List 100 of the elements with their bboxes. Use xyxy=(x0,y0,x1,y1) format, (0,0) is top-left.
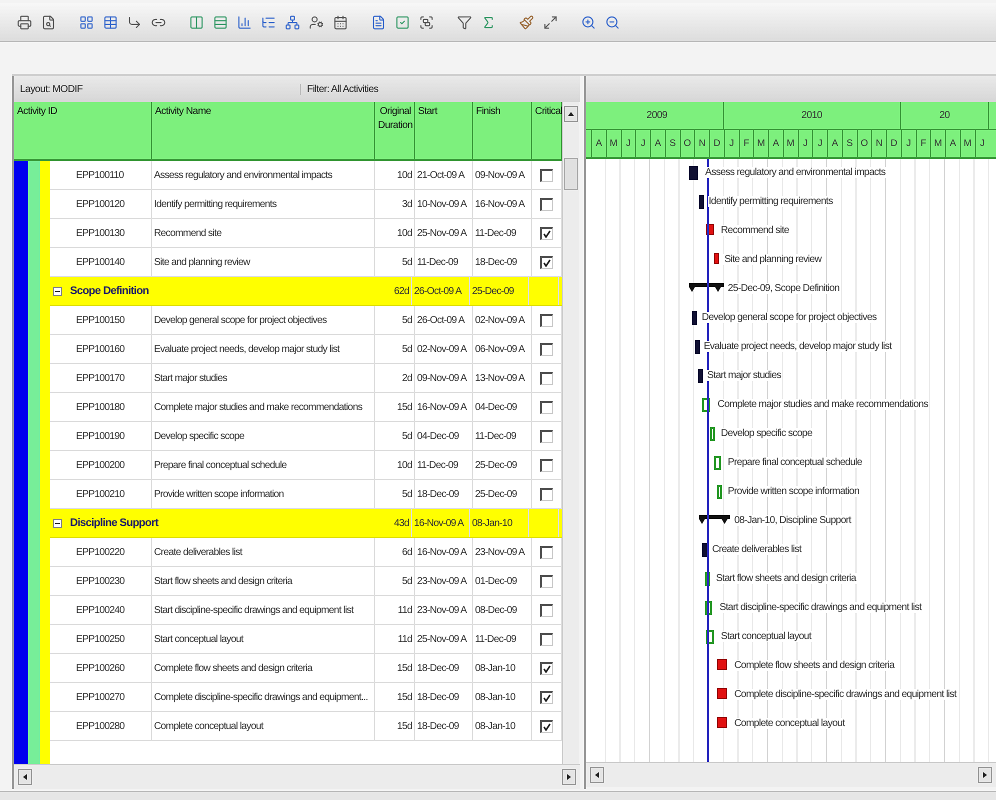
table-cell: 5d xyxy=(375,422,415,450)
month-header: J xyxy=(812,130,827,157)
critical-checkbox[interactable] xyxy=(540,604,553,616)
critical-checkbox[interactable] xyxy=(540,314,553,326)
caret-icon xyxy=(594,772,600,778)
month-header: A xyxy=(827,130,842,157)
table-cell: 11-Dec-09 xyxy=(415,248,473,276)
activity-bar xyxy=(710,427,716,441)
table-cell: 16-Nov-09 A xyxy=(415,393,473,421)
bar-label: Evaluate project needs, develop major study list xyxy=(702,341,892,352)
scroll-right-button[interactable] xyxy=(562,769,576,785)
column-header[interactable]: Activity ID xyxy=(14,102,152,159)
table-cell: Start discipline-specific drawings and equipment list xyxy=(152,596,375,624)
month-header: O xyxy=(856,130,872,157)
table-cell: 08-Dec-09 xyxy=(473,596,532,624)
bar-label: Complete conceptual layout xyxy=(733,718,846,729)
critical-checkbox[interactable] xyxy=(540,662,553,674)
critical-checkbox[interactable] xyxy=(540,574,553,588)
table-cell: 11-Dec-09 xyxy=(473,625,532,653)
table-cell: Start conceptual layout xyxy=(152,625,375,653)
critical-checkbox[interactable] xyxy=(540,342,553,356)
year-header: 2009 xyxy=(591,102,724,129)
table-cell: 15d xyxy=(375,654,415,682)
activity-bar xyxy=(702,543,707,557)
activity-bar xyxy=(714,253,719,264)
activity-bar xyxy=(698,195,704,209)
table-cell: EPP100210 xyxy=(50,480,152,508)
collapse-icon[interactable] xyxy=(53,518,62,528)
caret-icon xyxy=(22,774,28,780)
table-cell: 5d xyxy=(375,248,415,276)
critical-checkbox[interactable] xyxy=(540,226,553,240)
column-header[interactable]: Finish xyxy=(473,102,532,159)
table-cell: EPP100150 xyxy=(50,306,152,334)
collapse-icon[interactable] xyxy=(53,286,62,296)
critical-checkbox[interactable] xyxy=(540,372,553,384)
table-cell: EPP100240 xyxy=(50,596,152,624)
table-cell: EPP100220 xyxy=(50,538,152,566)
activity-bar xyxy=(717,688,728,699)
table-cell: Site and planning review xyxy=(152,248,375,276)
wbs-row[interactable]: Discipline Support 43d 16-Nov-09 A 08-Jan-10 xyxy=(50,509,562,538)
table-cell: EPP100160 xyxy=(50,335,152,363)
table-cell: 16-Nov-09 A xyxy=(415,538,473,566)
table-cell: 25-Nov-09 A xyxy=(415,625,473,653)
scroll-left-button[interactable] xyxy=(590,767,604,783)
table-cell: 62d xyxy=(372,277,412,305)
table-cell: EPP100120 xyxy=(50,190,152,218)
table-cell: 08-Jan-10 xyxy=(470,509,529,537)
scroll-thumb[interactable] xyxy=(564,158,578,190)
critical-checkbox[interactable] xyxy=(540,720,553,732)
scroll-up-button[interactable] xyxy=(564,106,578,122)
bar-label: Complete flow sheets and design criteria xyxy=(733,660,896,671)
table-cell: EPP100230 xyxy=(50,567,152,595)
month-header: D xyxy=(709,130,724,157)
table-cell: Prepare final conceptual schedule xyxy=(152,451,375,479)
critical-checkbox[interactable] xyxy=(540,430,553,442)
bar-label: Create deliverables list xyxy=(711,544,802,555)
caret-icon xyxy=(568,111,574,117)
table-cell: Create deliverables list xyxy=(152,538,375,566)
critical-checkbox[interactable] xyxy=(540,488,553,500)
critical-checkbox[interactable] xyxy=(540,458,553,472)
table-cell: Start flow sheets and design criteria xyxy=(152,567,375,595)
month-header: N xyxy=(871,130,886,157)
wbs-row[interactable]: Scope Definition 62d 26-Oct-09 A 25-Dec-09 xyxy=(50,277,562,306)
table-cell: 08-Jan-10 xyxy=(473,683,532,711)
scroll-right-button[interactable] xyxy=(978,767,992,783)
column-header[interactable]: Start xyxy=(415,102,473,159)
bar-label: Complete major studies and make recommendations xyxy=(716,399,929,410)
table-cell: 11-Dec-09 xyxy=(415,451,473,479)
table-cell: 23-Nov-09 A xyxy=(415,596,473,624)
month-header: J xyxy=(620,130,636,157)
month-header: M xyxy=(960,130,974,157)
column-header[interactable]: Original Duration xyxy=(375,102,415,159)
critical-checkbox[interactable] xyxy=(540,546,553,558)
bar-label: Start major studies xyxy=(706,370,782,381)
table-cell: Assess regulatory and environmental impacts xyxy=(152,161,375,189)
filter-label[interactable]: Filter: All Activities xyxy=(301,84,378,94)
table-cell: EPP100170 xyxy=(50,364,152,392)
layout-label[interactable]: Layout: MODIF xyxy=(14,84,301,94)
critical-checkbox[interactable] xyxy=(540,168,553,182)
caret-icon xyxy=(982,772,988,778)
month-header: J xyxy=(900,130,916,157)
wbs-name: Scope Definition xyxy=(70,285,149,297)
column-header[interactable]: Activity Name xyxy=(152,102,375,159)
table-cell: 02-Nov-09 A xyxy=(473,306,532,334)
critical-checkbox[interactable] xyxy=(540,256,553,268)
table-cell: Recommend site xyxy=(152,219,375,247)
activity-bar xyxy=(689,166,698,180)
critical-checkbox[interactable] xyxy=(540,198,553,210)
critical-checkbox[interactable] xyxy=(540,632,553,646)
table-cell: EPP100180 xyxy=(50,393,152,421)
table-cell: 5d xyxy=(375,567,415,595)
month-header: S xyxy=(842,130,856,157)
month-header: M xyxy=(782,130,798,157)
critical-checkbox[interactable] xyxy=(540,690,553,704)
table-cell: 18-Dec-09 xyxy=(415,480,473,508)
table-cell: Develop general scope for project objectives xyxy=(152,306,375,334)
table-cell: 3d xyxy=(375,190,415,218)
scroll-left-button[interactable] xyxy=(18,769,32,785)
month-header: S xyxy=(664,130,680,157)
critical-checkbox[interactable] xyxy=(540,400,553,414)
